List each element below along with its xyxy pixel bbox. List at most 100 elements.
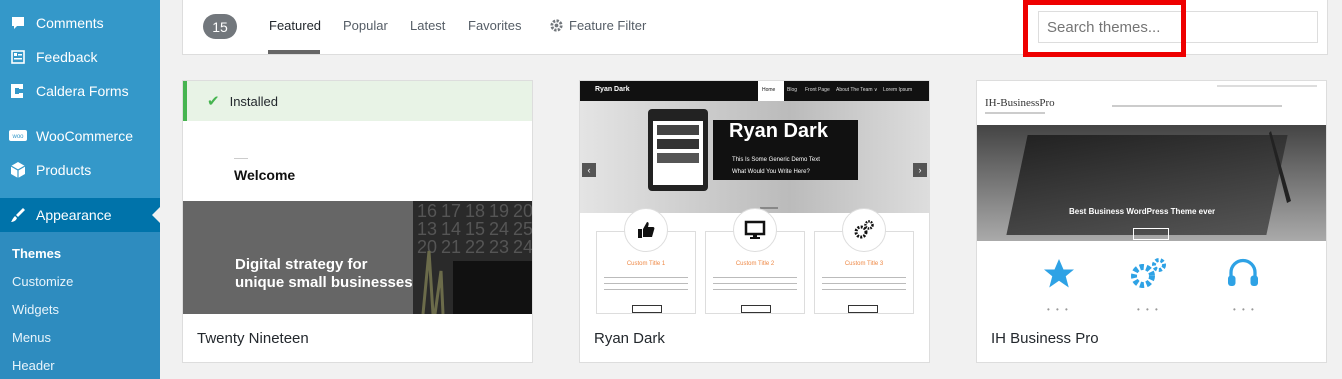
svg-text:20: 20 xyxy=(513,201,532,221)
hero-sub-line: This Is Some Generic Demo Text xyxy=(732,157,820,163)
theme-screenshot: IH-BusinessPro Best Business WordPress T… xyxy=(977,81,1326,314)
star-icon xyxy=(1041,256,1077,297)
preview-header: IH-BusinessPro xyxy=(977,81,1326,125)
menu-item-comments[interactable]: Comments xyxy=(0,6,160,40)
preview-hero-text: Digital strategy for unique small busine… xyxy=(235,256,413,292)
feature-title: Custom Title 2 xyxy=(735,261,775,267)
menu-item-feedback[interactable]: Feedback xyxy=(0,40,160,74)
menu-item-woocommerce[interactable]: woo WooCommerce xyxy=(0,119,160,153)
text-placeholder xyxy=(604,277,688,278)
headset-icon xyxy=(1225,256,1261,297)
svg-text:19: 19 xyxy=(489,201,509,221)
svg-text:18: 18 xyxy=(465,201,485,221)
gears-icon xyxy=(1129,256,1169,297)
dots: • • • xyxy=(1233,305,1256,314)
preview-hero: Best Business WordPress Theme ever xyxy=(977,125,1326,241)
menu-item-caldera-forms[interactable]: Caldera Forms xyxy=(0,74,160,108)
text-placeholder xyxy=(822,277,906,278)
preview-menu-item: Front Page xyxy=(805,87,830,93)
preview-hero-subtitle: This Is Some Generic Demo Text What Woul… xyxy=(713,150,858,180)
submenu-themes[interactable]: Themes xyxy=(12,246,61,261)
svg-text:15: 15 xyxy=(465,219,485,239)
menu-label: Feedback xyxy=(36,49,98,65)
tab-active-indicator xyxy=(268,50,320,54)
hero-line: Digital strategy for xyxy=(235,256,368,273)
menu-label: Products xyxy=(36,162,92,178)
svg-text:14: 14 xyxy=(441,219,461,239)
gears-icon xyxy=(842,208,886,252)
menu-label: Appearance xyxy=(36,207,112,223)
tab-featured[interactable]: Featured xyxy=(269,18,321,33)
dots: • • • xyxy=(1047,305,1070,314)
preview-menu-item: About The Team ∨ xyxy=(836,87,878,93)
preview-welcome: Welcome xyxy=(234,167,296,183)
paintbrush-icon xyxy=(0,206,36,224)
divider xyxy=(234,158,248,159)
theme-card-ih-business-pro[interactable]: IH-BusinessPro Best Business WordPress T… xyxy=(976,80,1327,363)
preview-brand: IH-BusinessPro xyxy=(985,97,1055,109)
text-placeholder xyxy=(604,289,688,290)
theme-name: Ryan Dark xyxy=(594,330,665,347)
preview-brand: Ryan Dark xyxy=(595,86,630,93)
text-placeholder xyxy=(822,283,906,284)
clock-image: 16 17 18 19 20 13 14 15 24 25 20 21 22 23 24 xyxy=(413,201,532,314)
pen-image xyxy=(1269,131,1291,203)
theme-card-ryan-dark[interactable]: Ryan Dark Home Blog Front Page About The… xyxy=(579,80,930,363)
dots: • • • xyxy=(1137,305,1160,314)
hero-button xyxy=(1133,228,1169,240)
hero-sub-line: What Would You Write Here? xyxy=(732,169,810,175)
thumbs-up-icon xyxy=(624,208,668,252)
text-placeholder xyxy=(604,283,688,284)
tab-popular[interactable]: Popular xyxy=(343,18,388,33)
preview-hero-title: Ryan Dark xyxy=(713,120,858,150)
chevron-left-icon: ‹ xyxy=(582,163,596,177)
preview-hero-text: Best Business WordPress Theme ever xyxy=(1069,207,1216,216)
installed-notice: ✔ Installed xyxy=(183,81,532,121)
preview-menu xyxy=(1112,105,1282,107)
admin-menu: Comments Feedback Caldera Forms woo WooC… xyxy=(0,0,160,232)
theme-screenshot: Ryan Dark Home Blog Front Page About The… xyxy=(580,81,929,314)
tagline-placeholder xyxy=(985,112,1045,114)
theme-screenshot: ✔ Installed Welcome 16 17 18 19 20 13 14 15 24 2… xyxy=(183,81,532,314)
menu-item-appearance[interactable]: Appearance xyxy=(0,198,160,232)
box-icon xyxy=(0,161,36,179)
svg-text:20: 20 xyxy=(417,237,437,257)
theme-name: Twenty Nineteen xyxy=(197,330,309,347)
submenu-menus[interactable]: Menus xyxy=(12,330,51,345)
checkmark-icon: ✔ xyxy=(207,93,220,110)
submenu-header[interactable]: Header xyxy=(12,358,55,373)
text-placeholder xyxy=(713,283,797,284)
comment-icon xyxy=(0,15,36,31)
text-placeholder xyxy=(822,289,906,290)
social-icons xyxy=(1217,85,1317,87)
submenu-widgets[interactable]: Widgets xyxy=(12,302,59,317)
preview-menu-item: Lorem Ipsum xyxy=(883,87,913,93)
svg-text:woo: woo xyxy=(11,134,24,140)
svg-text:17: 17 xyxy=(441,201,461,221)
svg-text:23: 23 xyxy=(489,237,509,257)
preview-hero: 16 17 18 19 20 13 14 15 24 25 20 21 22 23 24 Digital… xyxy=(183,201,532,314)
svg-text:16: 16 xyxy=(417,201,437,221)
laptop-image xyxy=(1006,135,1288,235)
tab-latest[interactable]: Latest xyxy=(410,18,445,33)
caldera-icon xyxy=(0,82,36,100)
svg-text:25: 25 xyxy=(513,219,532,239)
svg-text:21: 21 xyxy=(441,237,461,257)
svg-text:13: 13 xyxy=(417,219,437,239)
feature-filter-button[interactable]: Feature Filter xyxy=(569,18,646,33)
read-more-button xyxy=(632,305,662,313)
theme-card-twenty-nineteen[interactable]: ✔ Installed Welcome 16 17 18 19 20 13 14 15 24 2… xyxy=(182,80,533,363)
feature-title: Custom Title 1 xyxy=(626,261,666,267)
submenu-customize[interactable]: Customize xyxy=(12,274,73,289)
theme-count-badge: 15 xyxy=(203,14,237,39)
tablet-image xyxy=(648,109,708,191)
search-highlight-box xyxy=(1023,0,1186,57)
menu-item-products[interactable]: Products xyxy=(0,153,160,187)
menu-label: Caldera Forms xyxy=(36,83,129,99)
tab-favorites[interactable]: Favorites xyxy=(468,18,521,33)
svg-text:22: 22 xyxy=(465,237,485,257)
gear-icon[interactable] xyxy=(549,18,564,38)
woocommerce-icon: woo xyxy=(0,128,36,144)
installed-label: Installed xyxy=(229,93,278,109)
svg-text:24: 24 xyxy=(513,237,532,257)
